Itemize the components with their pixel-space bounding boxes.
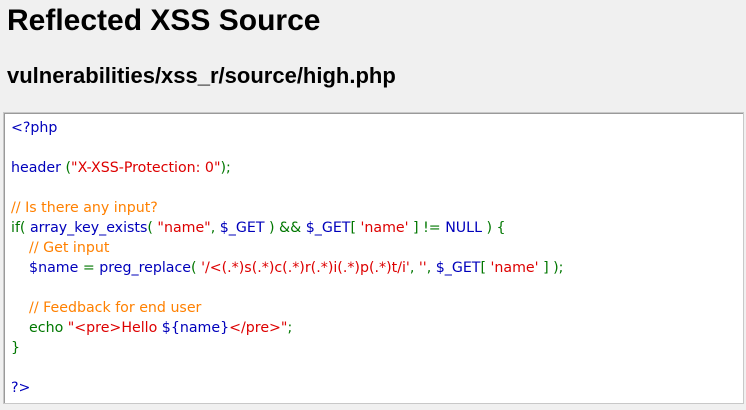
code-token-default: NULL [445, 220, 487, 236]
code-token-string: '/<(.*)s(.*)c(.*)r(.*)i(.*)p(.*)t/i' [201, 260, 410, 276]
page-title: Reflected XSS Source [7, 4, 321, 37]
source-code-panel[interactable]: <?php​header ("X-XSS-Protection: 0");​//… [3, 112, 744, 404]
code-token-keyword: ( [191, 260, 202, 276]
code-token-keyword: , [409, 260, 419, 276]
code-token-default: $_GET [305, 220, 351, 236]
code-token-keyword: [ [480, 260, 491, 276]
code-token-default: <?php [11, 120, 58, 136]
code-line: ​ [11, 358, 563, 378]
code-token-comment: // Get input [29, 240, 110, 256]
code-token-keyword: ); [220, 160, 231, 176]
code-token-keyword: ) { [486, 220, 506, 236]
code-line: // Get input [11, 238, 563, 258]
source-code-block: <?php​header ("X-XSS-Protection: 0");​//… [11, 118, 563, 398]
code-token-default: $_GET [435, 260, 481, 276]
code-token-string: 'name' [360, 220, 414, 236]
code-line: ​ [11, 278, 563, 298]
code-token-default [11, 300, 29, 316]
code-token-default: $_GET [219, 220, 270, 236]
code-token-default [11, 240, 29, 256]
code-token-keyword: ) && [269, 220, 306, 236]
code-token-string: "<pre>Hello [67, 320, 162, 336]
code-token-keyword: , [210, 220, 220, 236]
code-line: <?php [11, 118, 563, 138]
code-token-keyword: ( [147, 220, 158, 236]
code-token-keyword: ; [287, 320, 293, 336]
code-line: if( array_key_exists( "name", $_GET ) &&… [11, 218, 563, 238]
code-token-keyword: } [11, 340, 21, 356]
code-token-default: array_key_exists [29, 220, 148, 236]
code-token-string: "name" [157, 220, 211, 236]
code-token-default [11, 260, 29, 276]
code-line: ​ [11, 178, 563, 198]
code-token-keyword: ] ); [543, 260, 564, 276]
code-token-string: </pre>" [229, 320, 288, 336]
code-line: // Is there any input? [11, 198, 563, 218]
code-token-default: ?> [11, 380, 31, 396]
source-file-path: vulnerabilities/xss_r/source/high.php [7, 63, 396, 88]
code-line: header ("X-XSS-Protection: 0"); [11, 158, 563, 178]
code-line: ?> [11, 378, 563, 398]
code-line: ​ [11, 138, 563, 158]
code-token-keyword: = [82, 260, 100, 276]
code-token-string: "X-XSS-Protection: 0" [71, 160, 221, 176]
code-token-default: $name [29, 260, 83, 276]
code-token-default [11, 320, 29, 336]
code-token-string: '' [418, 260, 427, 276]
code-line: // Feedback for end user [11, 298, 563, 318]
code-token-default: preg_replace [99, 260, 192, 276]
code-token-keyword: echo [29, 320, 68, 336]
code-token-keyword: , [426, 260, 436, 276]
code-line: $name = preg_replace( '/<(.*)s(.*)c(.*)r… [11, 258, 563, 278]
code-line: echo "<pre>Hello ${name}</pre>"; [11, 318, 563, 338]
code-token-default: ${name} [161, 320, 230, 336]
code-line: } [11, 338, 563, 358]
code-token-keyword: if( [11, 220, 30, 236]
code-token-keyword: [ [350, 220, 361, 236]
code-token-default: header [11, 160, 66, 176]
code-token-comment: // Is there any input? [11, 200, 158, 216]
code-token-string: 'name' [490, 260, 544, 276]
code-token-comment: // Feedback for end user [29, 300, 202, 316]
code-token-keyword: ] != [413, 220, 446, 236]
